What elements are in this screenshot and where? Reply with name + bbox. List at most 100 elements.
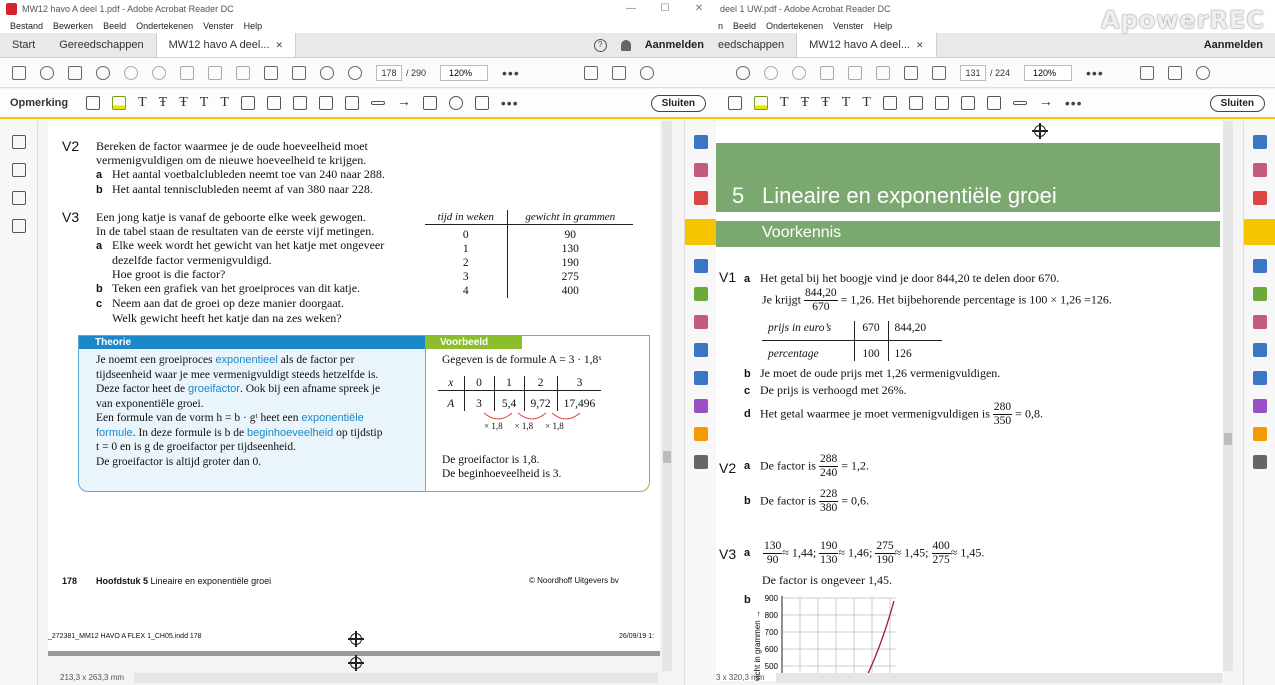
add-text-icon[interactable]: T bbox=[220, 95, 229, 111]
page-down-icon[interactable] bbox=[348, 65, 362, 80]
undo-icon[interactable] bbox=[124, 65, 138, 80]
screenshot-icon[interactable] bbox=[264, 65, 278, 80]
insert-text-icon[interactable]: T bbox=[842, 95, 851, 111]
stamp-tool-icon[interactable] bbox=[693, 427, 708, 441]
edit-pen-icon[interactable] bbox=[583, 65, 598, 80]
cut-icon[interactable] bbox=[820, 65, 834, 80]
redo-icon[interactable] bbox=[792, 65, 806, 80]
cut-icon[interactable] bbox=[180, 65, 194, 80]
shapes-icon[interactable] bbox=[474, 96, 489, 110]
protect-icon[interactable] bbox=[1252, 343, 1267, 357]
share-user-icon[interactable] bbox=[1195, 65, 1210, 80]
menu-beeld[interactable]: Beeld bbox=[103, 21, 126, 31]
menu-bestand[interactable]: Bestand bbox=[10, 21, 43, 31]
pencil-icon[interactable] bbox=[266, 96, 281, 110]
search-icon[interactable] bbox=[736, 65, 750, 80]
more-comment-tools-icon[interactable]: ••• bbox=[1065, 95, 1083, 111]
text-box-icon[interactable] bbox=[882, 96, 897, 110]
sticky-note-icon[interactable] bbox=[728, 96, 742, 110]
eraser-icon[interactable] bbox=[292, 96, 307, 110]
mail-icon[interactable] bbox=[611, 65, 626, 80]
stamp-icon[interactable] bbox=[960, 96, 975, 110]
redo-icon[interactable] bbox=[152, 65, 166, 80]
organize-pages-icon[interactable] bbox=[1252, 163, 1267, 177]
underline-text-icon[interactable]: T bbox=[138, 95, 147, 111]
menu-venster[interactable]: Venster bbox=[203, 21, 234, 31]
strikethrough-text-icon[interactable]: Ŧ bbox=[801, 95, 810, 111]
copy-icon[interactable] bbox=[208, 65, 222, 80]
fill-sign-icon[interactable] bbox=[693, 315, 708, 329]
search-icon[interactable] bbox=[96, 65, 110, 80]
attach-icon[interactable] bbox=[344, 96, 359, 110]
arrow-icon[interactable]: → bbox=[397, 95, 411, 111]
close-icon[interactable]: ✕ bbox=[682, 0, 716, 18]
stamp-icon[interactable] bbox=[318, 96, 333, 110]
tab-start[interactable]: Start bbox=[0, 33, 47, 57]
tab-close-icon[interactable]: ✕ bbox=[276, 40, 284, 51]
line-icon[interactable] bbox=[1012, 101, 1027, 105]
close-comment-button[interactable]: Sluiten bbox=[1209, 94, 1265, 112]
upload-icon[interactable] bbox=[40, 65, 54, 80]
scrollbar-thumb[interactable] bbox=[663, 451, 671, 463]
bell-icon[interactable] bbox=[620, 39, 631, 51]
comment-tool-icon[interactable] bbox=[1244, 219, 1275, 245]
combine-files-icon[interactable] bbox=[1252, 259, 1267, 273]
menu-ondertekenen[interactable]: Ondertekenen bbox=[136, 21, 193, 31]
arrow-icon[interactable]: → bbox=[1039, 95, 1053, 111]
mail-icon[interactable] bbox=[1167, 65, 1182, 80]
replace-text-icon[interactable]: Ŧ bbox=[179, 95, 188, 111]
page-thumbnails-icon[interactable] bbox=[11, 135, 26, 149]
attach-icon[interactable] bbox=[986, 96, 1001, 110]
sticky-note-icon[interactable] bbox=[86, 96, 101, 110]
scan-icon[interactable] bbox=[693, 371, 708, 385]
replace-text-icon[interactable]: Ŧ bbox=[821, 95, 830, 111]
maximize-icon[interactable]: ☐ bbox=[648, 0, 682, 18]
horizontal-scrollbar[interactable] bbox=[776, 673, 1223, 683]
vertical-scrollbar[interactable] bbox=[662, 121, 672, 671]
menu-help[interactable]: Help bbox=[874, 21, 893, 31]
add-text-icon[interactable]: T bbox=[862, 95, 871, 111]
pencil-icon[interactable] bbox=[908, 96, 923, 110]
more-tools-icon[interactable]: ••• bbox=[1086, 65, 1104, 81]
create-pdf-icon[interactable] bbox=[693, 191, 708, 205]
insert-text-icon[interactable]: T bbox=[200, 95, 209, 111]
tab-gereedschappen[interactable]: Gereedschappen bbox=[47, 33, 155, 57]
minimize-icon[interactable]: — bbox=[614, 0, 648, 18]
send-sign-icon[interactable] bbox=[1252, 399, 1267, 413]
tab-close-icon[interactable]: ✕ bbox=[916, 40, 924, 51]
close-comment-button[interactable]: Sluiten bbox=[650, 94, 706, 112]
paste-icon[interactable] bbox=[876, 65, 890, 80]
menu-venster[interactable]: Venster bbox=[833, 21, 864, 31]
menu-beeld[interactable]: Beeld bbox=[733, 21, 756, 31]
organize-pages-icon[interactable] bbox=[693, 163, 708, 177]
scan-icon[interactable] bbox=[1252, 371, 1267, 385]
text-box-icon[interactable] bbox=[240, 96, 255, 110]
zoom-select[interactable]: 120% bbox=[1024, 64, 1073, 81]
print-icon[interactable] bbox=[68, 65, 82, 80]
scrollbar-thumb[interactable] bbox=[1224, 433, 1232, 445]
edit-pen-icon[interactable] bbox=[1139, 65, 1154, 80]
oval-icon[interactable] bbox=[448, 96, 463, 110]
page-number-input[interactable]: 178 bbox=[376, 64, 402, 81]
edit-pdf-icon[interactable] bbox=[693, 287, 708, 301]
send-sign-icon[interactable] bbox=[693, 399, 708, 413]
menu-partial[interactable]: n bbox=[718, 21, 723, 31]
tab-document[interactable]: MW12 havo A deel... ✕ bbox=[796, 33, 937, 57]
export-pdf-icon[interactable] bbox=[1252, 135, 1267, 149]
stamp-tool-icon[interactable] bbox=[1252, 427, 1267, 441]
protect-icon[interactable] bbox=[693, 343, 708, 357]
menu-help[interactable]: Help bbox=[244, 21, 263, 31]
line-icon[interactable] bbox=[370, 101, 385, 105]
zoom-select[interactable]: 120% bbox=[440, 64, 489, 81]
export-pdf-icon[interactable] bbox=[693, 135, 708, 149]
menu-bewerken[interactable]: Bewerken bbox=[53, 21, 93, 31]
attachments-icon[interactable] bbox=[11, 191, 26, 205]
signin-button[interactable]: Aanmelden bbox=[1204, 39, 1263, 51]
paste-icon[interactable] bbox=[236, 65, 250, 80]
vertical-scrollbar[interactable] bbox=[1223, 121, 1233, 671]
bookmark-icon[interactable] bbox=[11, 163, 26, 177]
rectangle-icon[interactable] bbox=[422, 96, 437, 110]
more-tools-rail-icon[interactable] bbox=[1252, 455, 1267, 469]
comment-tool-icon[interactable] bbox=[685, 219, 716, 245]
screenshot-icon[interactable] bbox=[904, 65, 918, 80]
